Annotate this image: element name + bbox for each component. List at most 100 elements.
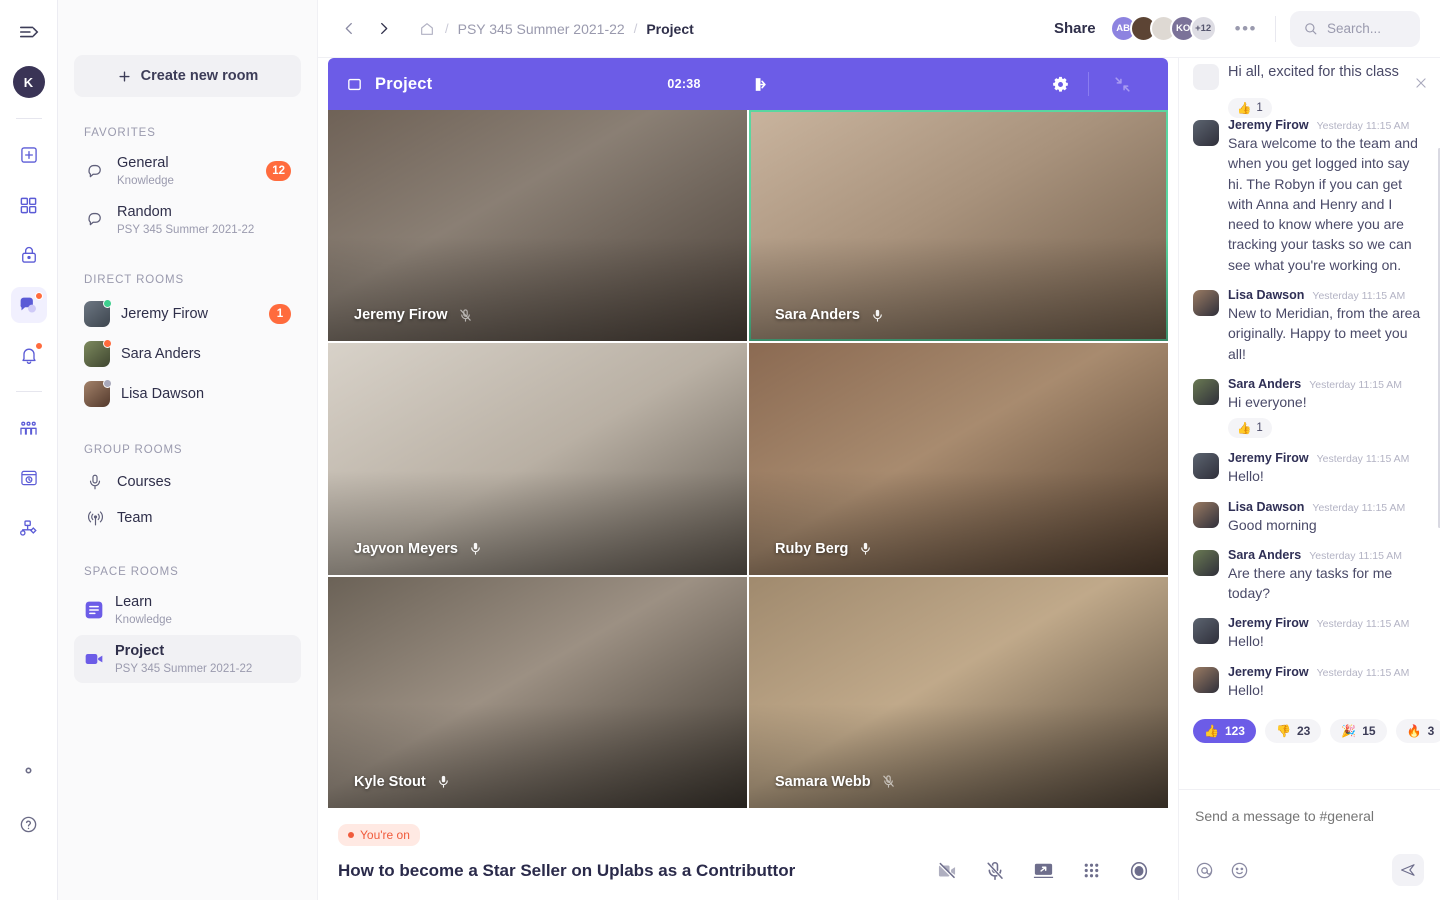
participant-tile[interactable]: Kyle Stout: [328, 576, 747, 808]
avatar: [1193, 618, 1219, 645]
rail-item-apps[interactable]: [11, 187, 47, 223]
sidebar-item-team[interactable]: Team: [74, 500, 301, 536]
sidebar-item-label: Random: [117, 203, 172, 220]
leave-call-icon[interactable]: [751, 75, 770, 94]
chat-message-header: Jeremy Firow Yesterday 11:15 AM: [1228, 665, 1426, 679]
mic-on-icon: [858, 541, 873, 556]
unread-badge: 1: [269, 304, 291, 324]
sidebar-item-label: Lisa Dawson: [121, 385, 205, 402]
chat-messages: Jeremy Firow Yesterday 11:15 AM Sara welco…: [1193, 118, 1426, 700]
help-question-circle-icon[interactable]: [11, 806, 47, 842]
top-bar: / PSY 345 Summer 2021-22 / Project Share…: [318, 0, 1440, 58]
settings-gear-icon[interactable]: [11, 752, 47, 788]
share-button[interactable]: Share: [1054, 20, 1096, 37]
reaction-count: 23: [1296, 724, 1311, 739]
chat-message: Jeremy Firow Yesterday 11:15 AM Sara welco…: [1193, 118, 1426, 275]
sidebar-item-random[interactable]: Random PSY 345 Summer 2021-22: [74, 196, 301, 245]
chat-message-text: Hello!: [1228, 633, 1264, 650]
call-settings-gear-icon[interactable]: [1033, 75, 1088, 94]
user-avatar[interactable]: K: [12, 66, 45, 98]
reaction-chip[interactable]: 👍 1: [1228, 98, 1272, 118]
breadcrumb-item-space[interactable]: PSY 345 Summer 2021-22: [458, 21, 625, 37]
reaction-pill[interactable]: 👎 23: [1264, 719, 1322, 744]
screen-share-icon[interactable]: [1032, 859, 1055, 882]
rail-item-chat[interactable]: [10, 287, 47, 323]
chat-message-body: Jeremy Firow Yesterday 11:15 AM Hello!: [1228, 616, 1426, 651]
reaction-pill[interactable]: 🎉 15: [1330, 719, 1387, 744]
sidebar-item-courses[interactable]: Courses: [74, 464, 301, 500]
forward-chevron-right-icon[interactable]: [368, 14, 398, 44]
reaction-count: 123: [1224, 724, 1245, 739]
participant-name-row: Ruby Berg: [775, 541, 873, 557]
rail-item-history[interactable]: [11, 460, 47, 496]
chat-bubble-icon: [84, 160, 106, 182]
chat-message-list[interactable]: Hi all, excited for this class 👍 1 Jerem…: [1179, 58, 1440, 789]
participant-tile[interactable]: Ruby Berg: [749, 343, 1168, 575]
chat-message-text: Sara welcome to the team and when you ge…: [1228, 135, 1418, 273]
sidebar-item-lisa-dawson[interactable]: Lisa Dawson: [74, 374, 301, 414]
call-header: Project 02:38: [328, 58, 1168, 110]
at-icon[interactable]: [1195, 861, 1214, 880]
microphone-icon: [84, 471, 106, 493]
rail-item-workflow[interactable]: [11, 510, 47, 546]
reaction-pill[interactable]: 👍 123: [1193, 719, 1256, 744]
app-root: K Create new room FAVORITES General Know…: [0, 0, 1440, 900]
chat-message-header: Sara Anders Yesterday 11:15 AM: [1228, 548, 1426, 562]
breadcrumb-item-current[interactable]: Project: [646, 21, 693, 37]
rail-item-vault[interactable]: [11, 237, 47, 273]
grid-dots-icon[interactable]: [1081, 860, 1102, 881]
rail-item-notifications[interactable]: [11, 337, 47, 373]
send-icon[interactable]: [1392, 854, 1424, 886]
sidebar-item-project[interactable]: Project PSY 345 Summer 2021-22: [74, 634, 301, 683]
sidebar-toggle-icon[interactable]: [11, 14, 47, 50]
reaction-emoji: 👍: [1237, 103, 1252, 115]
icon-rail: K: [0, 0, 58, 900]
presence-dot: [103, 339, 112, 348]
record-icon[interactable]: [1128, 860, 1150, 882]
sidebar-item-label: Jeremy Firow: [121, 305, 209, 322]
reaction-pill[interactable]: 🔥 3: [1395, 719, 1440, 744]
chat-message: Sara Anders Yesterday 11:15 AM Are there a…: [1193, 548, 1426, 604]
sidebar-item-learn[interactable]: Learn Knowledge: [74, 586, 301, 635]
rail-item-add[interactable]: [11, 137, 47, 173]
rail-item-people[interactable]: [11, 410, 47, 446]
sidebar-item-sara-anders[interactable]: Sara Anders: [74, 334, 301, 374]
chat-message-timestamp: Yesterday 11:15 AM: [1312, 501, 1406, 514]
chat-message-author: Sara Anders: [1228, 547, 1302, 562]
participant-avatar-stack[interactable]: AB KO +12: [1109, 15, 1217, 42]
reaction-chip[interactable]: 👍 1: [1228, 418, 1272, 439]
chat-message-text: Hello!: [1228, 681, 1264, 698]
sidebar-item-label: Learn: [115, 594, 153, 610]
create-new-room-button[interactable]: Create new room: [74, 55, 301, 97]
more-options-ellipsis-icon[interactable]: •••: [1231, 19, 1261, 39]
sidebar-item-jeremy-firow[interactable]: Jeremy Firow 1: [74, 294, 301, 334]
chat-message-header: Jeremy Firow Yesterday 11:15 AM: [1228, 451, 1426, 465]
chat-message-header: Sara Anders Yesterday 11:15 AM: [1228, 377, 1426, 391]
back-chevron-left-icon[interactable]: [334, 14, 364, 44]
close-icon[interactable]: [1414, 76, 1428, 94]
chat-message-timestamp: Yesterday 11:15 AM: [1316, 618, 1410, 631]
minimize-icon[interactable]: [1089, 75, 1150, 94]
sidebar-item-text: Team: [117, 509, 152, 527]
chat-message-header: Jeremy Firow Yesterday 11:15 AM: [1228, 616, 1426, 630]
message-input[interactable]: [1195, 808, 1424, 824]
home-icon[interactable]: [418, 14, 436, 44]
chat-message-author: Jeremy Firow: [1228, 451, 1309, 466]
participant-name: Sara Anders: [775, 307, 860, 324]
mic-off-icon[interactable]: [984, 860, 1006, 882]
participant-tile[interactable]: Jeremy Firow: [328, 110, 747, 342]
reaction-count: 1: [1256, 102, 1263, 114]
participant-tile[interactable]: Samara Webb: [749, 576, 1168, 808]
mic-on-icon: [870, 308, 885, 323]
avatar[interactable]: +12: [1189, 15, 1217, 42]
sidebar-item-text: Sara Anders: [121, 345, 201, 363]
reaction-emoji: 🎉: [1341, 724, 1357, 739]
sidebar-item-general[interactable]: General Knowledge 12: [74, 147, 301, 196]
participant-tile[interactable]: Sara Anders: [749, 110, 1168, 342]
chat-message-body: Jeremy Firow Yesterday 11:15 AM Hello!: [1228, 665, 1426, 700]
smiley-icon[interactable]: [1230, 861, 1249, 880]
search-input[interactable]: Search...: [1290, 10, 1420, 47]
participant-tile[interactable]: Jayvon Meyers: [328, 343, 747, 575]
chat-message-author: Lisa Dawson: [1228, 288, 1305, 303]
camera-off-icon[interactable]: [936, 860, 958, 882]
